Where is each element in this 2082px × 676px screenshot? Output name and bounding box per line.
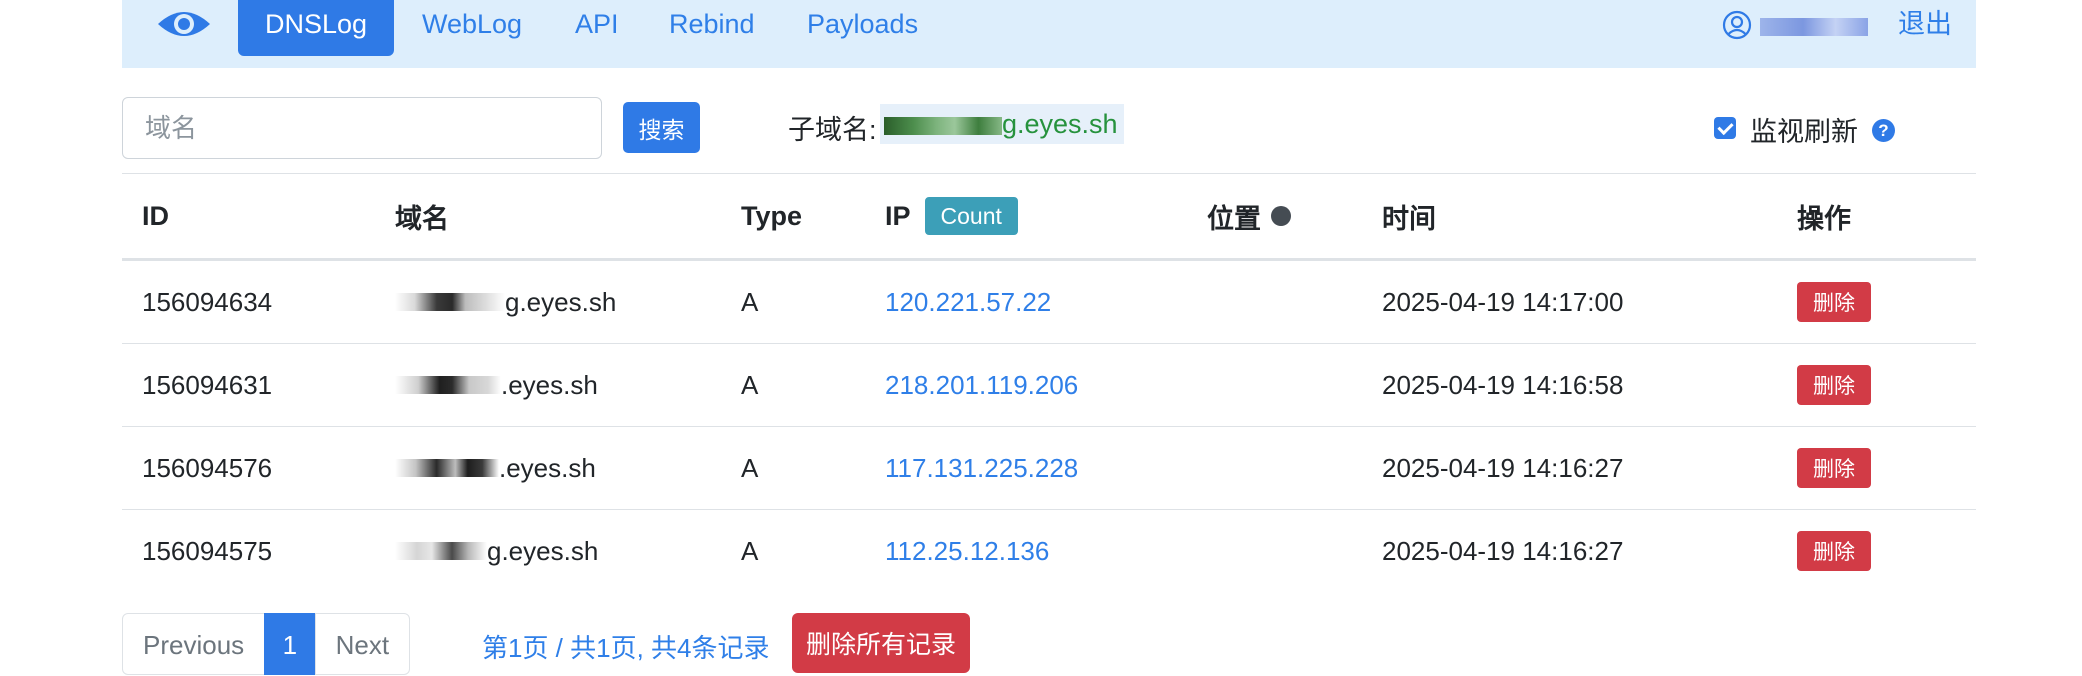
delete-button[interactable]: 删除 xyxy=(1797,282,1871,322)
eye-icon[interactable] xyxy=(156,4,212,44)
row-domain-masked: 93y10r xyxy=(395,293,505,311)
subdomain-suffix: g.eyes.sh xyxy=(1002,109,1118,139)
header-location: 位置 xyxy=(1207,174,1291,258)
row-ip-link[interactable]: 218.201.119.206 xyxy=(885,370,1078,401)
header-type: Type xyxy=(741,200,803,231)
header-ip-label: IP xyxy=(885,200,911,231)
subdomain-masked: 93y10rg xyxy=(884,117,1002,135)
header-ip: IP Count xyxy=(885,174,1018,258)
row-ip-link[interactable]: 112.25.12.136 xyxy=(885,536,1049,567)
row-action: 删除 xyxy=(1797,344,1871,426)
row-domain: 93y10r.eyes.sh xyxy=(395,344,598,426)
row-id: 156094575 xyxy=(142,535,273,566)
count-badge[interactable]: Count xyxy=(924,197,1018,235)
row-domain: 93y10g.eyes.sh xyxy=(395,510,598,592)
username-masked: 93y10rg xyxy=(1760,18,1868,36)
question-circle-icon[interactable]: ? xyxy=(1872,119,1895,142)
next-page-button[interactable]: Next xyxy=(314,613,411,675)
user-circle-icon xyxy=(1722,10,1752,40)
delete-button[interactable]: 删除 xyxy=(1797,531,1871,571)
pagination: Previous 1 Next xyxy=(122,613,411,675)
nav-tab-dnslog[interactable]: DNSLog xyxy=(238,0,395,56)
header-domain: 域名 xyxy=(395,203,449,234)
row-id: 156094576 xyxy=(142,452,273,483)
nav-tab-payloads[interactable]: Payloads xyxy=(807,0,918,56)
table-header-row: ID 域名 Type IP Count 位置 时间 操作 xyxy=(122,173,1976,260)
nav-tab-api[interactable]: API xyxy=(575,0,619,56)
table-row: 156094576 93y10r.eyes.sh A 117.131.225.2… xyxy=(122,426,1976,509)
header-id: ID xyxy=(142,200,169,231)
top-navbar: DNSLog WebLog API Rebind Payloads 93y10r… xyxy=(122,0,1976,68)
nav-tab-rebind[interactable]: Rebind xyxy=(669,0,755,56)
nav-tab-weblog[interactable]: WebLog xyxy=(422,0,522,56)
page-info: 第1页 / 共1页, 共4条记录 xyxy=(482,633,770,663)
row-action: 删除 xyxy=(1797,427,1871,509)
monitor-refresh-checkbox[interactable] xyxy=(1714,117,1736,139)
row-action: 删除 xyxy=(1797,261,1871,343)
row-domain-masked: 93y10r xyxy=(395,376,501,394)
row-ip-link[interactable]: 117.131.225.228 xyxy=(885,453,1078,484)
header-location-label: 位置 xyxy=(1207,203,1261,234)
row-time: 2025-04-19 14:17:00 xyxy=(1382,286,1624,317)
table-row: 156094634 93y10rg.eyes.sh A 120.221.57.2… xyxy=(122,260,1976,343)
search-button[interactable]: 搜索 xyxy=(623,102,700,153)
subdomain-value: 93y10rgg.eyes.sh xyxy=(880,104,1124,144)
delete-button[interactable]: 删除 xyxy=(1797,365,1871,405)
row-type: A xyxy=(741,535,759,566)
row-ip-link[interactable]: 120.221.57.22 xyxy=(885,287,1051,318)
header-action: 操作 xyxy=(1797,203,1851,234)
row-time: 2025-04-19 14:16:27 xyxy=(1382,535,1624,566)
row-type: A xyxy=(741,452,759,483)
row-domain-masked: 93y10r xyxy=(395,459,499,477)
row-domain-suffix: g.eyes.sh xyxy=(487,535,599,566)
delete-button[interactable]: 删除 xyxy=(1797,448,1871,488)
delete-all-records-button[interactable]: 删除所有记录 xyxy=(792,613,971,673)
dnslog-table: ID 域名 Type IP Count 位置 时间 操作 156094634 9… xyxy=(122,173,1976,592)
page-1-button[interactable]: 1 xyxy=(263,613,317,675)
row-id: 156094634 xyxy=(142,286,273,317)
row-id: 156094631 xyxy=(142,369,273,400)
header-time: 时间 xyxy=(1382,203,1436,234)
row-type: A xyxy=(741,286,759,317)
row-domain-suffix: .eyes.sh xyxy=(499,452,596,483)
row-time: 2025-04-19 14:16:27 xyxy=(1382,452,1624,483)
row-type: A xyxy=(741,369,759,400)
subdomain-label: 子域名: xyxy=(788,115,877,145)
table-row: 156094631 93y10r.eyes.sh A 218.201.119.2… xyxy=(122,343,1976,426)
row-ip[interactable]: 218.201.119.206 xyxy=(885,344,1078,426)
monitor-refresh-label[interactable]: 监视刷新 xyxy=(1750,110,1858,149)
row-domain: 93y10r.eyes.sh xyxy=(395,427,596,509)
previous-page-button[interactable]: Previous xyxy=(122,613,266,675)
row-domain: 93y10rg.eyes.sh xyxy=(395,261,616,343)
row-ip[interactable]: 117.131.225.228 xyxy=(885,427,1078,509)
domain-search-input[interactable] xyxy=(122,97,602,159)
row-domain-masked: 93y10 xyxy=(395,542,487,560)
row-ip[interactable]: 112.25.12.136 xyxy=(885,510,1049,592)
row-ip[interactable]: 120.221.57.22 xyxy=(885,261,1051,343)
row-time: 2025-04-19 14:16:58 xyxy=(1382,369,1624,400)
table-row: 156094575 93y10g.eyes.sh A 112.25.12.136… xyxy=(122,509,1976,592)
row-domain-suffix: g.eyes.sh xyxy=(505,286,617,317)
row-action: 删除 xyxy=(1797,510,1871,592)
location-dot-icon[interactable] xyxy=(1271,206,1291,226)
row-domain-suffix: .eyes.sh xyxy=(501,369,598,400)
logout-link[interactable]: 退出 xyxy=(1898,0,1952,48)
